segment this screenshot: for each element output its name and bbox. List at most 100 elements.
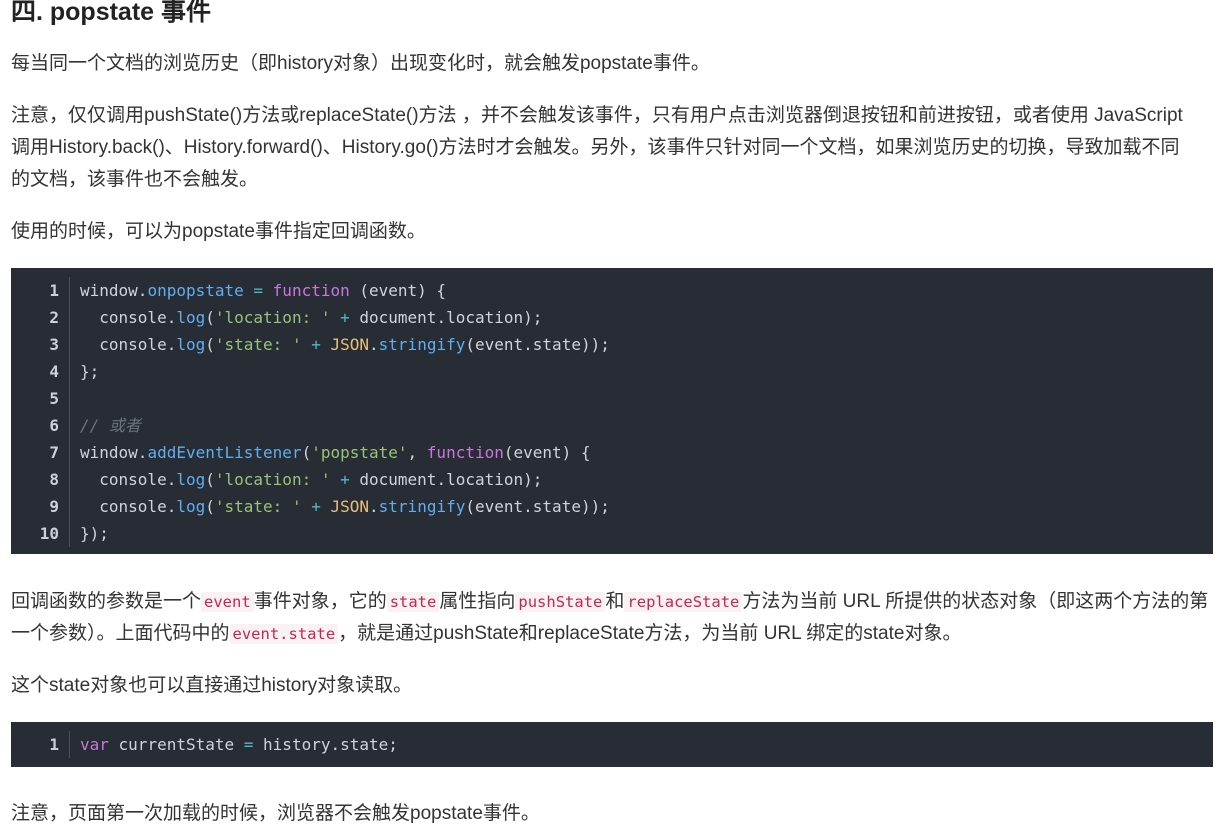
code-token: console. bbox=[80, 335, 177, 354]
first-load-note-paragraph: 注意，页面第一次加载的时候，浏览器不会触发popstate事件。 bbox=[11, 803, 540, 824]
inline-code-event: event bbox=[201, 592, 254, 612]
code-token: }; bbox=[80, 362, 100, 381]
line-number: 6 bbox=[11, 412, 70, 439]
code-line: 7 window.addEventListener('popstate', fun… bbox=[11, 439, 1213, 466]
code-token: ( bbox=[205, 497, 215, 516]
code-token: function bbox=[272, 281, 350, 300]
code-token: + bbox=[301, 497, 331, 516]
code-line: 4}; bbox=[11, 358, 1213, 385]
code-token: }); bbox=[80, 524, 109, 543]
code-token: log bbox=[176, 335, 206, 354]
line-number: 9 bbox=[11, 493, 70, 520]
code-line: 3 console.log('state: ' + JSON.stringify… bbox=[11, 331, 1213, 358]
line-number: 1 bbox=[11, 277, 70, 304]
section-heading: 四. popstate 事件 bbox=[11, 0, 212, 26]
inline-code-replacestate: replaceState bbox=[624, 592, 743, 612]
code-token: document.location); bbox=[359, 470, 543, 489]
code-token: (event.state)); bbox=[465, 335, 610, 354]
inline-code-pushstate: pushState bbox=[515, 592, 606, 612]
code-token: log bbox=[176, 308, 206, 327]
code-token: = bbox=[243, 281, 273, 300]
inline-code-event-state: event.state bbox=[229, 624, 339, 644]
code-token: (event.state)); bbox=[465, 497, 610, 516]
code-token: ( bbox=[301, 443, 312, 462]
code-line: 1 window.onpopstate = function (event) { bbox=[11, 277, 1213, 304]
code-line: 10}); bbox=[11, 520, 1213, 547]
code-token: console. bbox=[80, 470, 177, 489]
line-number: 4 bbox=[11, 358, 70, 385]
code-token: 'state: ' bbox=[214, 335, 302, 354]
code-token: currentState bbox=[108, 735, 244, 754]
code-text: }); bbox=[70, 520, 109, 547]
line-number: 7 bbox=[11, 439, 70, 466]
code-token: 'popstate' bbox=[311, 443, 408, 462]
code-token: + bbox=[301, 335, 331, 354]
code-token: window. bbox=[80, 443, 148, 462]
code-token: console. bbox=[80, 308, 177, 327]
code-text: // 或者 bbox=[70, 412, 141, 439]
code-token: (event) { bbox=[349, 281, 447, 300]
text-segment: ，就是通过pushState和replaceState方法，为当前 URL 绑定… bbox=[338, 623, 962, 644]
line-number: 3 bbox=[11, 331, 70, 358]
text-segment: 回调函数的参数是一个 bbox=[11, 591, 202, 612]
history-read-paragraph: 这个state对象也可以直接通过history对象读取。 bbox=[11, 675, 413, 696]
line-number: 8 bbox=[11, 466, 70, 493]
code-token: . bbox=[369, 497, 379, 516]
text-segment: 属性指向 bbox=[439, 591, 516, 612]
text-segment: 和 bbox=[605, 591, 625, 612]
code-line: 1 var currentState = history.state; bbox=[11, 731, 1213, 758]
code-block-popstate-listener: 1 window.onpopstate = function (event) {2… bbox=[11, 268, 1213, 554]
code-token: . bbox=[369, 335, 379, 354]
code-text: console.log('state: ' + JSON.stringify(e… bbox=[70, 493, 610, 520]
code-token: (event) { bbox=[503, 443, 591, 462]
code-token: JSON bbox=[330, 497, 370, 516]
code-token: + bbox=[330, 470, 360, 489]
code-line: 8 console.log('location: ' + document.lo… bbox=[11, 466, 1213, 493]
code-line: 9 console.log('state: ' + JSON.stringify… bbox=[11, 493, 1213, 520]
code-text: var currentState = history.state; bbox=[70, 731, 398, 758]
line-number: 1 bbox=[11, 731, 70, 758]
code-token: log bbox=[176, 497, 206, 516]
code-token: ( bbox=[205, 308, 215, 327]
code-token: function bbox=[426, 443, 504, 462]
code-text: console.log('location: ' + document.loca… bbox=[70, 466, 542, 493]
code-token: stringify bbox=[378, 497, 466, 516]
code-token: 'state: ' bbox=[214, 497, 302, 516]
intro-paragraph: 每当同一个文档的浏览历史（即history对象）出现变化时，就会触发popsta… bbox=[11, 53, 710, 74]
code-text: }; bbox=[70, 358, 99, 385]
usage-paragraph: 使用的时候，可以为popstate事件指定回调函数。 bbox=[11, 221, 426, 242]
line-number: 5 bbox=[11, 385, 70, 412]
code-token: stringify bbox=[378, 335, 466, 354]
code-text: console.log('state: ' + JSON.stringify(e… bbox=[70, 331, 610, 358]
code-token: ( bbox=[205, 335, 215, 354]
code-token: onpopstate bbox=[147, 281, 244, 300]
code-line: 6 // 或者 bbox=[11, 412, 1213, 439]
code-token: document.location); bbox=[359, 308, 543, 327]
code-token: ( bbox=[205, 470, 215, 489]
code-token: 'location: ' bbox=[214, 470, 331, 489]
code-line: 5 bbox=[11, 385, 1213, 412]
code-token: = bbox=[243, 735, 254, 754]
code-token: + bbox=[330, 308, 360, 327]
code-token: history.state; bbox=[253, 735, 398, 754]
code-line: 2 console.log('location: ' + document.lo… bbox=[11, 304, 1213, 331]
line-number: 2 bbox=[11, 304, 70, 331]
code-token: window. bbox=[80, 281, 148, 300]
code-text: window.addEventListener('popstate', func… bbox=[70, 439, 591, 466]
code-token: // 或者 bbox=[80, 416, 141, 435]
code-text: console.log('location: ' + document.loca… bbox=[70, 304, 542, 331]
code-token: console. bbox=[80, 497, 177, 516]
note-paragraph: 注意，仅仅调用pushState()方法或replaceState()方法 ，并… bbox=[11, 105, 1183, 190]
code-token: log bbox=[176, 470, 206, 489]
text-segment: 事件对象，它的 bbox=[253, 591, 387, 612]
line-number: 10 bbox=[11, 520, 70, 547]
callback-explanation-paragraph: 回调函数的参数是一个 event 事件对象，它的 state 属性指向 pushState… bbox=[11, 586, 1211, 650]
code-block-history-state: 1 var currentState = history.state; bbox=[11, 722, 1213, 767]
inline-code-state: state bbox=[386, 592, 440, 612]
code-token: JSON bbox=[330, 335, 370, 354]
code-token: var bbox=[80, 735, 109, 754]
article: 四. popstate 事件 每当同一个文档的浏览历史（即history对象）出… bbox=[0, 0, 1218, 836]
code-token: , bbox=[407, 443, 427, 462]
code-token: addEventListener bbox=[147, 443, 302, 462]
